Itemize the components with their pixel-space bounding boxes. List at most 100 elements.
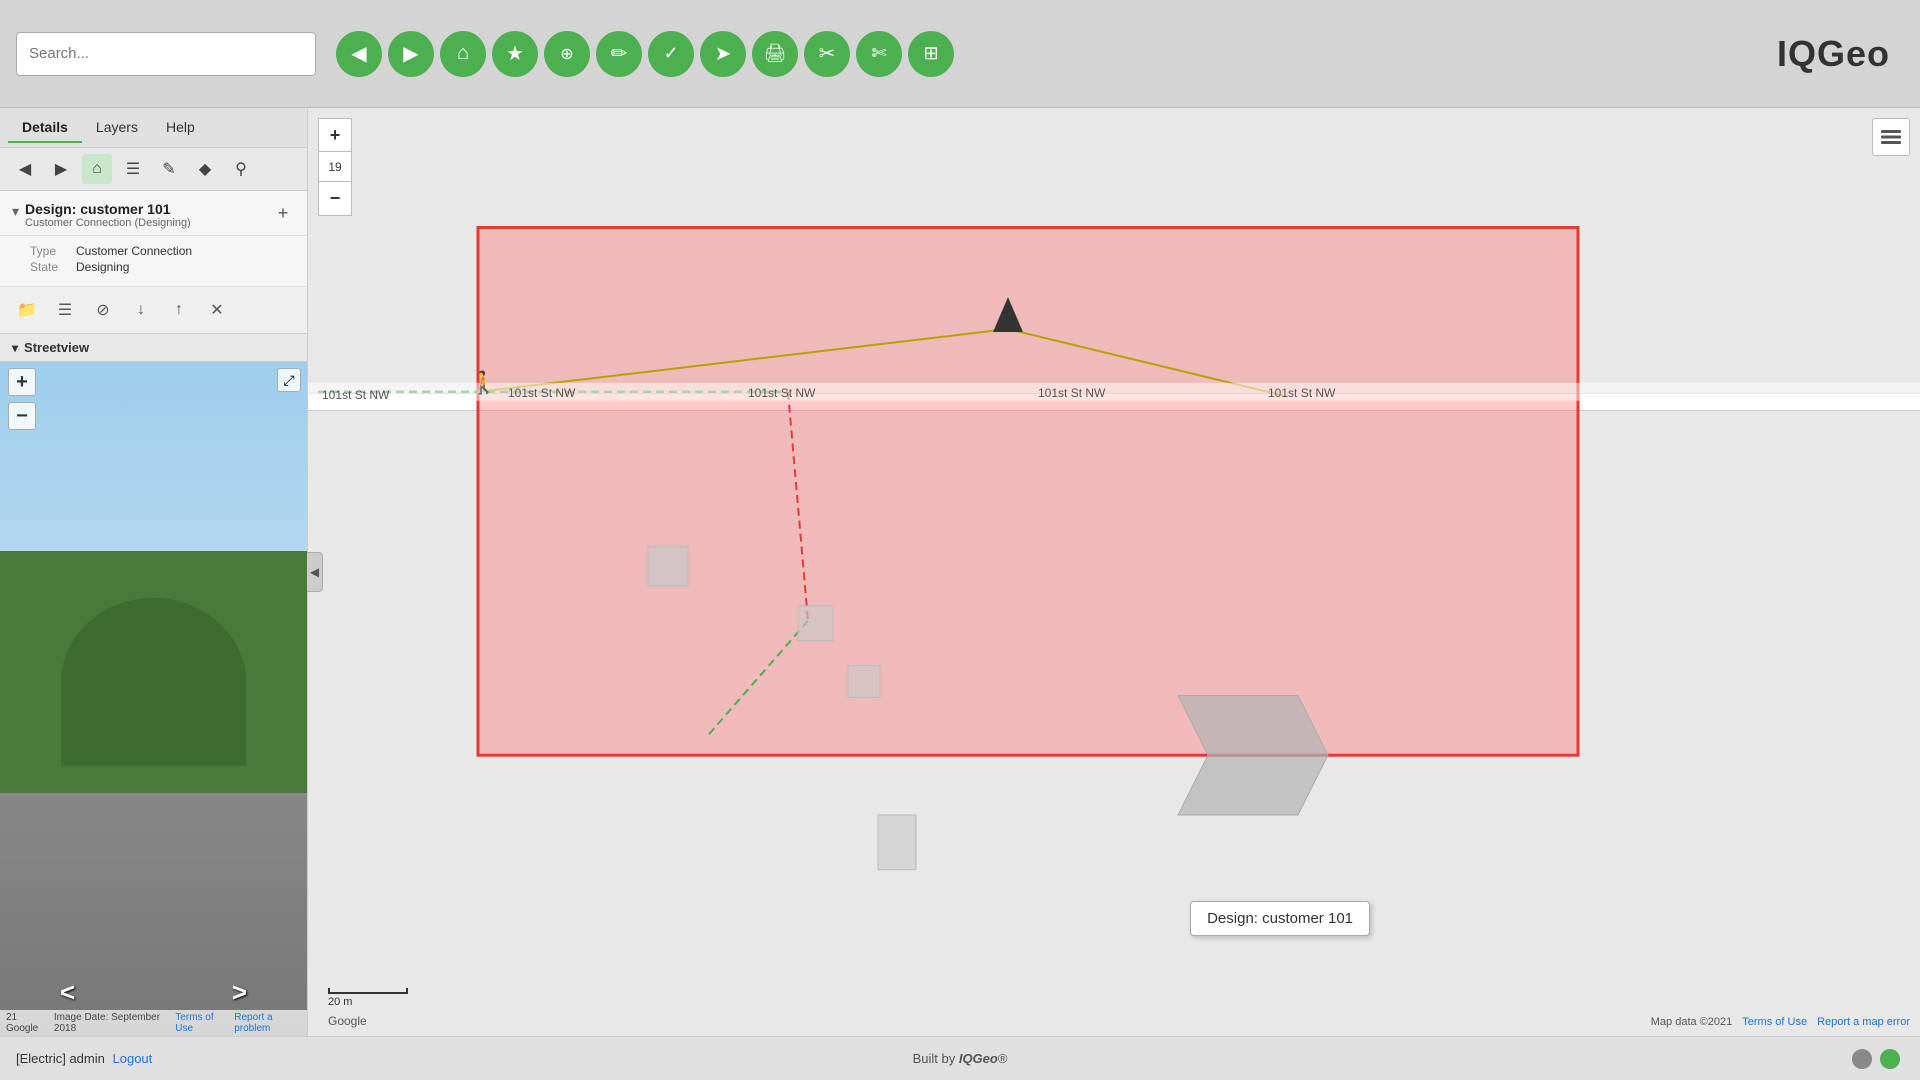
- scale-bar: 20 m: [328, 988, 408, 1008]
- type-label: Type: [30, 244, 70, 258]
- design-tooltip: Design: customer 101: [1190, 901, 1370, 936]
- toolbar-icons: ◀ ▶ ⌂ ★ ⊕ ✏ ✓ ➤ 🖨 ✂ ✄ ⊞: [336, 31, 954, 77]
- panel-search-button[interactable]: ⚲: [226, 154, 256, 184]
- tree-canopy: [61, 598, 245, 767]
- back-button[interactable]: ◀: [336, 31, 382, 77]
- streetview-image[interactable]: + − ⤢ < > 21 Google Image Date: Septembe…: [0, 362, 307, 1036]
- streetview-zoom-out[interactable]: −: [8, 402, 36, 430]
- streetview-image-date: Image Date: September 2018: [54, 1012, 167, 1034]
- streetview-zoom-in[interactable]: +: [8, 368, 36, 396]
- square-marker-1: [648, 546, 688, 586]
- panel-forward-button[interactable]: ▶: [46, 154, 76, 184]
- road-label-5: 101st St NW: [1268, 386, 1335, 400]
- bookmark-button[interactable]: ★: [492, 31, 538, 77]
- panel-home-button[interactable]: ⌂: [82, 154, 112, 184]
- sky: [0, 362, 307, 578]
- panel-toolbar: ◀ ▶ ⌂ ☰ ✎ ◆ ⚲: [0, 148, 307, 191]
- panel-list-button[interactable]: ☰: [118, 154, 148, 184]
- road-label-1: 101st St NW: [322, 388, 389, 402]
- design-subtitle: Customer Connection (Designing): [25, 217, 191, 229]
- design-properties: Type Customer Connection State Designing: [0, 236, 307, 287]
- status-icons: [1852, 1049, 1900, 1069]
- streetview-terms-link[interactable]: Terms of Use: [175, 1012, 226, 1034]
- block-button[interactable]: ⊘: [88, 295, 118, 325]
- zoom-in-button[interactable]: +: [318, 118, 352, 152]
- map-svg-overlay: [308, 108, 1920, 1036]
- state-value: Designing: [76, 260, 129, 274]
- status-icon-grey: [1852, 1049, 1872, 1069]
- edit-pencil-button[interactable]: ✏: [596, 31, 642, 77]
- scissors-button[interactable]: ✄: [856, 31, 902, 77]
- status-text: [Electric] admin Logout: [16, 1051, 152, 1066]
- street-surface: [0, 780, 307, 1036]
- map-data-attribution: Map data ©2021 Terms of Use Report a map…: [1651, 1016, 1910, 1028]
- design-region: [478, 227, 1578, 755]
- map-data-text: Map data ©2021: [1651, 1016, 1733, 1028]
- zoom-out-button[interactable]: −: [318, 182, 352, 216]
- list-view-button[interactable]: ☰: [50, 295, 80, 325]
- folder-button[interactable]: 📁: [12, 295, 42, 325]
- streetview-label-text: Streetview: [24, 340, 89, 355]
- home-button[interactable]: ⌂: [440, 31, 486, 77]
- location-button[interactable]: ➤: [700, 31, 746, 77]
- zoom-level: 19: [318, 152, 352, 182]
- state-label: State: [30, 260, 70, 274]
- streetview-section: ▾ Streetview + − ⤢ < > 21 Google Image D…: [0, 334, 307, 1036]
- close-button[interactable]: ✕: [202, 295, 232, 325]
- square-marker-3: [848, 666, 880, 698]
- link-button[interactable]: ⊕: [544, 31, 590, 77]
- streetview-person-marker[interactable]: 🚶: [470, 370, 497, 396]
- print-button[interactable]: 🖨: [752, 31, 798, 77]
- move-up-button[interactable]: ↑: [164, 295, 194, 325]
- search-input[interactable]: [16, 32, 316, 76]
- tab-layers[interactable]: Layers: [82, 113, 152, 143]
- panel-collapse-button[interactable]: ◀: [307, 552, 323, 592]
- streetview-prev[interactable]: <: [60, 977, 75, 1008]
- action-buttons: 📁 ☰ ⊘ ↓ ↑ ✕: [0, 287, 307, 334]
- status-icon-green: [1880, 1049, 1900, 1069]
- streetview-collapse-arrow[interactable]: ▾: [12, 341, 18, 355]
- design-collapse-arrow[interactable]: ▾: [12, 203, 19, 220]
- logout-link[interactable]: Logout: [113, 1051, 153, 1066]
- terms-of-use-link[interactable]: Terms of Use: [1742, 1016, 1807, 1028]
- design-header: ▾ Design: customer 101 Customer Connecti…: [0, 191, 307, 236]
- design-add-button[interactable]: +: [271, 201, 295, 225]
- panel-diamond-button[interactable]: ◆: [190, 154, 220, 184]
- map-area[interactable]: 101st St NW 101st St NW 101st St NW 101s…: [308, 108, 1920, 1036]
- google-attribution: Google: [328, 1014, 367, 1028]
- square-marker-2: [798, 606, 833, 641]
- road-label-2: 101st St NW: [508, 386, 575, 400]
- map-layer-button[interactable]: [1872, 118, 1910, 156]
- top-bar: ◀ ▶ ⌂ ★ ⊕ ✏ ✓ ➤ 🖨 ✂ ✄ ⊞ IQGeo: [0, 0, 1920, 108]
- streetview-next[interactable]: >: [232, 977, 247, 1008]
- scale-label: 20 m: [328, 996, 352, 1008]
- tab-help[interactable]: Help: [152, 113, 209, 143]
- move-down-button[interactable]: ↓: [126, 295, 156, 325]
- panel-edit-button[interactable]: ✎: [154, 154, 184, 184]
- road-label-3: 101st St NW: [748, 386, 815, 400]
- built-by-text: Built by IQGeo®: [913, 1051, 1008, 1066]
- built-iqgeo-label: IQGeo: [959, 1051, 998, 1066]
- streetview-expand[interactable]: ⤢: [277, 368, 301, 392]
- report-error-link[interactable]: Report a map error: [1817, 1016, 1910, 1028]
- grid-button[interactable]: ⊞: [908, 31, 954, 77]
- design-title: Design: customer 101: [25, 201, 191, 217]
- road-label-4: 101st St NW: [1038, 386, 1105, 400]
- map-controls: + 19 −: [318, 118, 352, 216]
- check-button[interactable]: ✓: [648, 31, 694, 77]
- panel-back-button[interactable]: ◀: [10, 154, 40, 184]
- tab-details[interactable]: Details: [8, 113, 82, 143]
- streetview-report-link[interactable]: Report a problem: [234, 1012, 301, 1034]
- square-marker-4: [878, 815, 916, 870]
- streetview-header: ▾ Streetview: [0, 334, 307, 362]
- built-by-label: Built by: [913, 1051, 956, 1066]
- bottom-bar: [Electric] admin Logout Built by IQGeo®: [0, 1036, 1920, 1080]
- streetview-attribution: 21 Google Image Date: September 2018 Ter…: [0, 1010, 307, 1036]
- app-logo: IQGeo: [1777, 33, 1890, 75]
- status-prefix: [Electric] admin: [16, 1051, 105, 1066]
- panel-tabs: Details Layers Help: [0, 108, 307, 148]
- scale-line: [328, 988, 408, 994]
- type-value: Customer Connection: [76, 244, 192, 258]
- forward-button[interactable]: ▶: [388, 31, 434, 77]
- cut-button[interactable]: ✂: [804, 31, 850, 77]
